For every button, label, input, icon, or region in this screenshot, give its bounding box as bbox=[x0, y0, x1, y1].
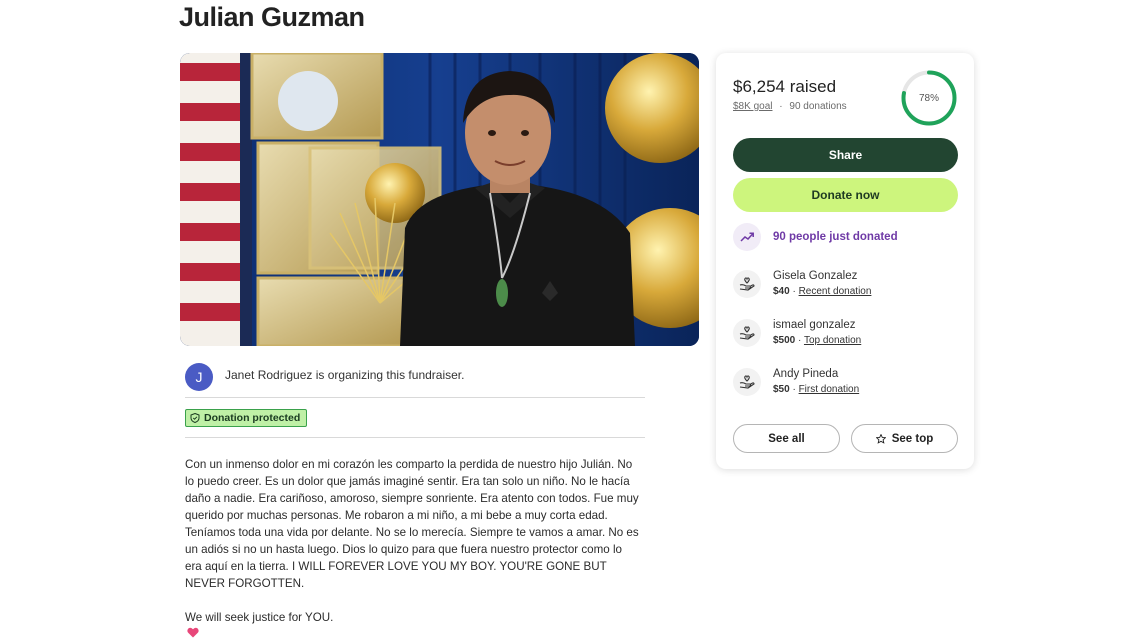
donation-card: $6,254 raised $8K goal · 90 donations 78… bbox=[716, 53, 974, 469]
shield-icon bbox=[190, 413, 200, 423]
donor-tag[interactable]: Top donation bbox=[804, 335, 861, 346]
donor-amount: $50 bbox=[773, 384, 790, 395]
donor-name: ismael gonzalez bbox=[773, 319, 856, 331]
trending-up-icon bbox=[733, 223, 761, 251]
donate-now-button[interactable]: Donate now bbox=[733, 178, 958, 212]
donor-tag[interactable]: Recent donation bbox=[799, 286, 872, 297]
separator: · bbox=[779, 101, 783, 112]
donation-count: 90 donations bbox=[789, 101, 847, 112]
story-paragraph: We will seek justice for YOU. bbox=[185, 611, 334, 624]
see-top-button[interactable]: See top bbox=[851, 424, 958, 453]
donor-name: Gisela Gonzalez bbox=[773, 270, 858, 282]
hand-heart-icon bbox=[733, 319, 761, 347]
donor-amount: $40 bbox=[773, 286, 790, 297]
organizer-text: Janet Rodriguez is organizing this fundr… bbox=[225, 367, 465, 382]
recent-activity: 90 people just donated bbox=[733, 223, 898, 251]
hand-heart-icon bbox=[733, 270, 761, 298]
donor-item: Andy Pineda $50 · First donation bbox=[733, 366, 859, 398]
divider bbox=[185, 397, 645, 398]
hand-heart-icon bbox=[733, 368, 761, 396]
donor-item: Gisela Gonzalez $40 · Recent donation bbox=[733, 268, 871, 300]
organizer-row: J Janet Rodriguez is organizing this fun… bbox=[185, 358, 645, 398]
divider bbox=[185, 437, 645, 438]
star-icon bbox=[875, 433, 886, 444]
donor-amount: $500 bbox=[773, 335, 796, 346]
see-top-label: See top bbox=[891, 432, 934, 445]
goal-link[interactable]: $8K goal bbox=[733, 101, 772, 112]
recent-activity-text: 90 people just donated bbox=[773, 231, 898, 243]
progress-label: 78% bbox=[918, 92, 939, 104]
avatar[interactable]: J bbox=[185, 362, 213, 391]
fundraiser-photo bbox=[180, 53, 699, 346]
donor-name: Andy Pineda bbox=[773, 368, 839, 380]
page-title: Julian Guzman bbox=[179, 2, 365, 32]
heart-icon bbox=[187, 627, 199, 638]
story-text: Con un inmenso dolor en mi corazón les c… bbox=[185, 456, 640, 626]
donation-protected-badge[interactable]: Donation protected bbox=[185, 409, 308, 427]
donor-item: ismael gonzalez $500 · Top donation bbox=[733, 317, 861, 349]
share-button[interactable]: Share bbox=[733, 138, 958, 172]
goal-line: $8K goal · 90 donations bbox=[733, 101, 847, 112]
donor-tag[interactable]: First donation bbox=[799, 384, 860, 395]
story-paragraph: Con un inmenso dolor en mi corazón les c… bbox=[185, 458, 639, 590]
badge-label: Donation protected bbox=[204, 412, 301, 424]
amount-raised: $6,254 raised bbox=[733, 77, 837, 96]
see-all-button[interactable]: See all bbox=[733, 424, 840, 453]
